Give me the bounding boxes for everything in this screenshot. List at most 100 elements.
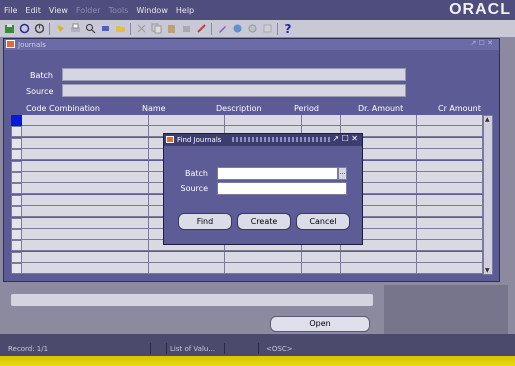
table-cell[interactable] bbox=[225, 115, 302, 126]
menu-window[interactable]: Window bbox=[136, 6, 168, 15]
row-selector[interactable] bbox=[11, 263, 22, 275]
row-selector[interactable] bbox=[11, 183, 22, 195]
dialog-window-icon bbox=[166, 136, 174, 143]
table-cell[interactable] bbox=[302, 251, 341, 263]
table-cell[interactable] bbox=[22, 240, 149, 252]
find-icon[interactable] bbox=[84, 23, 96, 35]
batch-label: Batch bbox=[30, 71, 53, 80]
row-selector[interactable] bbox=[11, 229, 22, 240]
table-cell[interactable] bbox=[22, 160, 149, 172]
table-cell[interactable] bbox=[417, 240, 483, 252]
column-cr-amount: Cr Amount bbox=[438, 104, 481, 113]
table-cell[interactable] bbox=[22, 217, 149, 229]
find-dialog-title-bar[interactable]: Find Journals ↗ ☐ ✕ bbox=[164, 134, 362, 146]
table-cell[interactable] bbox=[22, 183, 149, 195]
source-field[interactable] bbox=[62, 84, 406, 97]
window-controls[interactable]: ↗ ☐ ✕ bbox=[471, 39, 493, 47]
oracle-logo: ORACL bbox=[449, 1, 511, 18]
row-selector[interactable] bbox=[11, 172, 22, 183]
scroll-down-icon[interactable]: ▼ bbox=[485, 267, 490, 274]
table-cell[interactable] bbox=[341, 251, 417, 263]
dialog-window-controls[interactable]: ↗ ☐ ✕ bbox=[332, 134, 358, 143]
find-batch-input[interactable] bbox=[217, 167, 338, 180]
table-cell[interactable] bbox=[22, 172, 149, 183]
table-cell[interactable] bbox=[22, 126, 149, 138]
table-cell[interactable] bbox=[417, 217, 483, 229]
table-cell[interactable] bbox=[302, 263, 341, 275]
workspace-panel bbox=[384, 285, 508, 334]
table-cell[interactable] bbox=[417, 149, 483, 161]
help-icon[interactable]: ? bbox=[282, 23, 294, 35]
table-cell[interactable] bbox=[22, 206, 149, 218]
table-cell[interactable] bbox=[22, 251, 149, 263]
batch-field[interactable] bbox=[62, 68, 406, 81]
table-cell[interactable] bbox=[417, 194, 483, 206]
print-icon bbox=[69, 23, 81, 35]
source-label: Source bbox=[26, 87, 54, 96]
menu-view[interactable]: View bbox=[49, 6, 68, 15]
table-cell[interactable] bbox=[417, 229, 483, 240]
table-cell[interactable] bbox=[417, 172, 483, 183]
table-cell[interactable] bbox=[225, 251, 302, 263]
attachment-icon[interactable] bbox=[54, 23, 66, 35]
row-selector[interactable] bbox=[11, 194, 22, 206]
table-cell[interactable] bbox=[417, 206, 483, 218]
table-cell[interactable] bbox=[22, 115, 149, 126]
menu-edit[interactable]: Edit bbox=[25, 6, 41, 15]
row-selector[interactable] bbox=[11, 251, 22, 263]
status-divider bbox=[224, 343, 225, 354]
row-selector[interactable] bbox=[11, 149, 22, 161]
create-button[interactable]: Create bbox=[237, 213, 291, 230]
row-selector[interactable] bbox=[11, 217, 22, 229]
row-selector[interactable] bbox=[11, 206, 22, 218]
grid-scrollbar[interactable]: ▲ ▼ bbox=[483, 115, 493, 275]
row-selector[interactable] bbox=[11, 240, 22, 252]
clear-icon bbox=[180, 23, 192, 35]
table-cell[interactable] bbox=[417, 137, 483, 149]
folder-icon[interactable] bbox=[114, 23, 126, 35]
zoom-icon[interactable] bbox=[33, 23, 45, 35]
table-cell[interactable] bbox=[417, 263, 483, 275]
row-selector[interactable] bbox=[11, 137, 22, 149]
row-selector[interactable] bbox=[11, 160, 22, 172]
list-of-values-button[interactable]: ... bbox=[338, 167, 347, 180]
table-cell[interactable] bbox=[22, 149, 149, 161]
open-button[interactable]: Open bbox=[270, 316, 370, 332]
row-selector[interactable] bbox=[11, 126, 22, 138]
table-row bbox=[11, 115, 483, 126]
menu-file[interactable]: File bbox=[4, 6, 17, 15]
table-cell[interactable] bbox=[341, 263, 417, 275]
edit-icon[interactable] bbox=[216, 23, 228, 35]
navigate-icon[interactable] bbox=[18, 23, 30, 35]
translation-icon[interactable] bbox=[231, 23, 243, 35]
title-bar-hatch bbox=[232, 137, 332, 142]
table-cell[interactable] bbox=[417, 183, 483, 195]
table-cell[interactable] bbox=[22, 137, 149, 149]
row-selector[interactable] bbox=[11, 115, 22, 126]
find-button[interactable]: Find bbox=[178, 213, 232, 230]
table-cell[interactable] bbox=[302, 115, 341, 126]
table-cell[interactable] bbox=[149, 115, 225, 126]
scroll-up-icon[interactable]: ▲ bbox=[485, 116, 490, 123]
table-cell[interactable] bbox=[417, 251, 483, 263]
table-cell[interactable] bbox=[417, 160, 483, 172]
journals-title-bar[interactable]: Journals ↗ ☐ ✕ bbox=[4, 39, 499, 50]
table-cell[interactable] bbox=[417, 126, 483, 138]
table-row bbox=[11, 251, 483, 263]
find-dialog-title: Find Journals bbox=[177, 136, 222, 144]
flashlight-icon[interactable] bbox=[99, 23, 111, 35]
table-cell[interactable] bbox=[225, 263, 302, 275]
find-source-input[interactable] bbox=[217, 182, 347, 195]
find-source-label: Source bbox=[180, 184, 208, 193]
table-cell[interactable] bbox=[22, 194, 149, 206]
menu-help[interactable]: Help bbox=[176, 6, 194, 15]
lower-field[interactable] bbox=[10, 293, 374, 307]
table-cell[interactable] bbox=[149, 263, 225, 275]
save-icon[interactable] bbox=[3, 23, 15, 35]
table-cell[interactable] bbox=[22, 263, 149, 275]
table-cell[interactable] bbox=[22, 229, 149, 240]
table-cell[interactable] bbox=[341, 115, 417, 126]
table-cell[interactable] bbox=[417, 115, 483, 126]
table-cell[interactable] bbox=[149, 251, 225, 263]
cancel-button[interactable]: Cancel bbox=[296, 213, 350, 230]
